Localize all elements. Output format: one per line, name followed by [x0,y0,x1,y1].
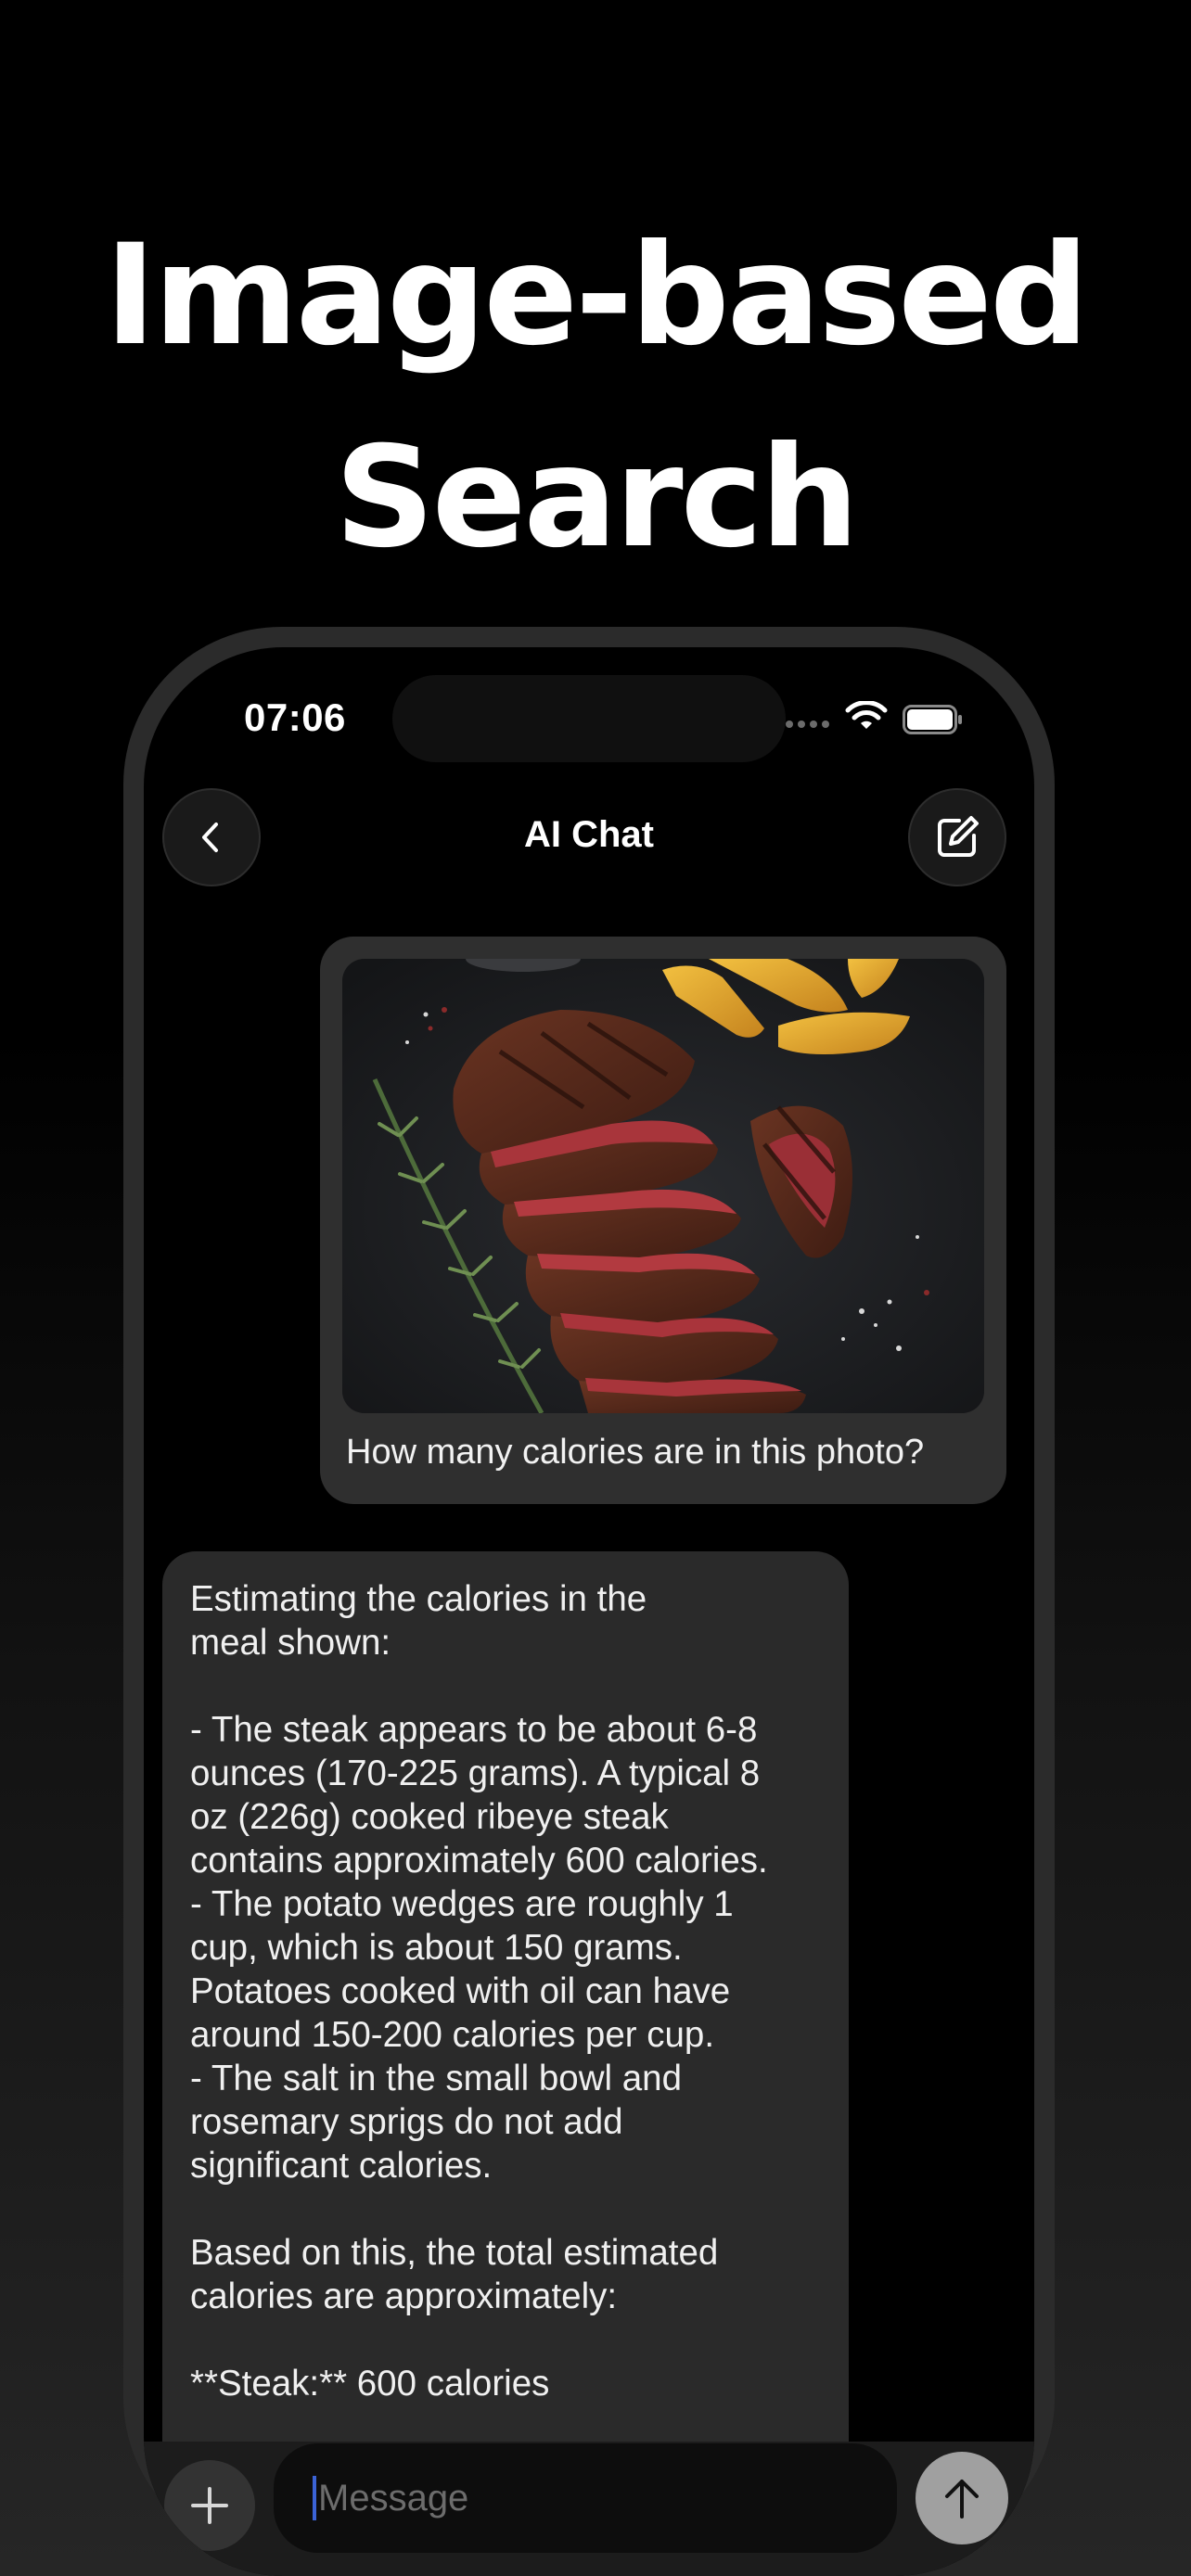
status-time: 07:06 [244,695,346,739]
new-chat-button[interactable] [908,788,1006,886]
headline-line-2: Search [334,417,860,579]
text-caret [313,2476,316,2520]
headline: Image-based Search [0,195,1191,599]
plus-icon [191,2487,228,2524]
headline-line-1: Image-based [104,215,1090,376]
assistant-message-bubble: Estimating the calories in the meal show… [162,1551,849,2442]
dynamic-island [392,675,786,762]
send-button[interactable] [916,2452,1008,2544]
wifi-icon [845,701,888,729]
user-message-text: How many calories are in this photo? [346,1433,925,1472]
user-message-bubble: How many calories are in this photo? [320,937,1006,1504]
phone-screen: 07:06 AI Chat How many calories are in t… [144,647,1034,2576]
compose-icon [938,816,979,857]
message-input[interactable]: Message [274,2443,897,2553]
message-placeholder: Message [318,2477,469,2519]
signal-dots-icon [786,721,829,728]
battery-icon [903,705,962,734]
steak-photo[interactable] [342,959,984,1413]
arrow-up-icon [945,2480,979,2519]
attach-button[interactable] [164,2460,255,2551]
assistant-message-text: Estimating the calories in the meal show… [190,1579,768,2404]
phone-frame: 07:06 AI Chat How many calories are in t… [123,627,1055,2576]
page-title: AI Chat [524,814,654,855]
